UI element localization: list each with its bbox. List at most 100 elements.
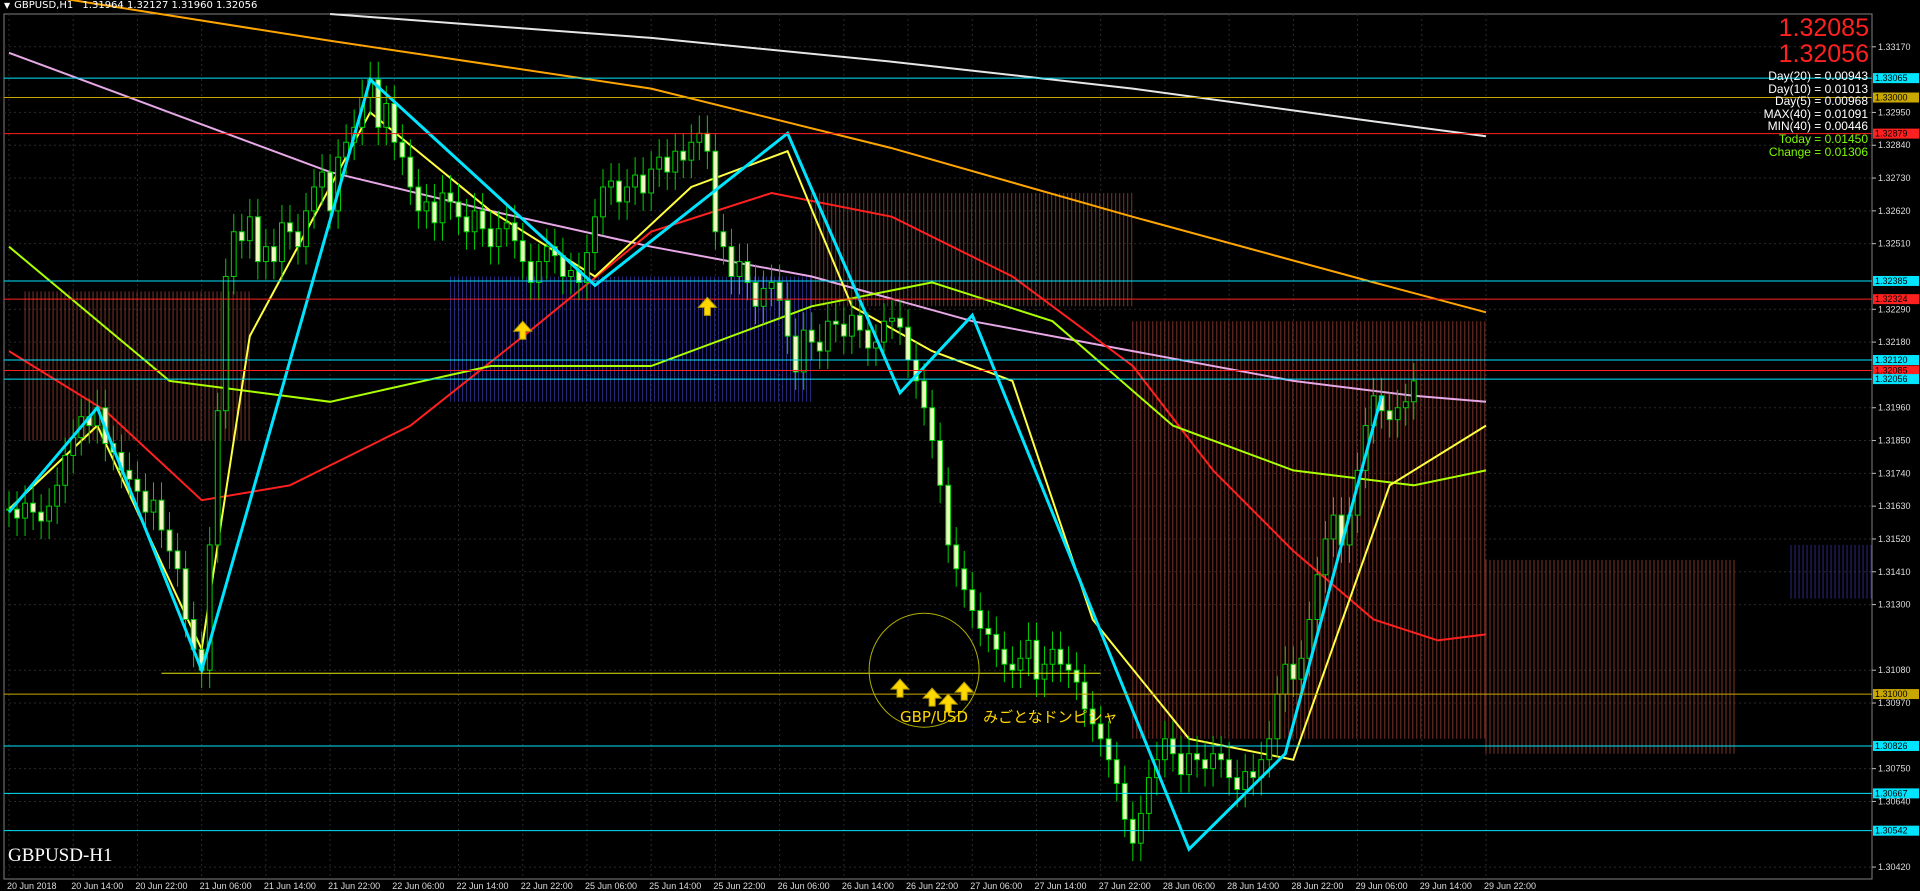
time-tick-label: 29 Jun 14:00: [1420, 881, 1472, 891]
candle-body: [503, 222, 510, 230]
candle-body: [303, 210, 309, 248]
candle-body: [1410, 380, 1417, 403]
price-tick-label: 1.30750: [1878, 764, 1911, 774]
candle-body: [238, 231, 245, 242]
candle-body: [592, 216, 598, 254]
candle-body: [1137, 812, 1144, 844]
candle-body: [784, 299, 791, 337]
candle-body: [527, 261, 534, 283]
candle-body: [752, 281, 759, 307]
candle-body: [760, 287, 767, 307]
candle-body: [1234, 777, 1241, 791]
price-tick-label: 1.31850: [1878, 436, 1911, 446]
candle-body: [54, 484, 61, 507]
time-tick-label: 29 Jun 22:00: [1484, 881, 1536, 891]
collapse-triangle-icon[interactable]: ▼: [4, 1, 10, 10]
candle-body: [856, 314, 863, 331]
time-tick-label: 22 Jun 14:00: [457, 881, 509, 891]
price-chart[interactable]: 1.33065 1.33000 1.32879 1.32385 1.32324 1.321…: [0, 0, 1920, 891]
candle-body: [840, 323, 847, 337]
candle-body: [1121, 783, 1128, 820]
candle-body: [1129, 818, 1136, 844]
candle-body: [214, 410, 221, 546]
candle-body: [479, 210, 486, 230]
time-axis-layer: 20 Jun 2018 20 Jun 14:00 20 Jun 22:00 21 Ju…: [7, 881, 1536, 891]
info-line: Change = 0.01306: [1768, 144, 1868, 159]
price-tick-label: 1.30970: [1878, 698, 1911, 708]
candle-body: [230, 231, 237, 277]
candle-body: [1386, 410, 1393, 421]
time-tick-label: 27 Jun 06:00: [970, 881, 1022, 891]
time-tick-label: 21 Jun 14:00: [264, 881, 316, 891]
time-tick-label: 27 Jun 22:00: [1099, 881, 1151, 891]
candle-body: [295, 231, 301, 248]
price-tick-label: 1.32180: [1878, 337, 1911, 347]
candle-body: [1298, 657, 1305, 680]
candle-body: [1049, 648, 1056, 665]
info-line: Day(5) = 0.00968: [1774, 94, 1868, 109]
candle-body: [937, 440, 944, 486]
candle-body: [38, 511, 45, 522]
candle-body: [1402, 401, 1409, 409]
candle-body: [246, 216, 253, 242]
candle-body: [1394, 407, 1401, 421]
candle-body: [1274, 693, 1281, 740]
candle-body: [14, 508, 20, 519]
candle-body: [1001, 648, 1008, 665]
price-tick-label: 1.33170: [1878, 42, 1911, 52]
candle-body: [327, 171, 333, 212]
buy-arrow-icon: [512, 320, 533, 340]
candle-body: [1113, 759, 1120, 785]
time-tick-label: 20 Jun 2018: [7, 881, 57, 891]
level-label: 1.32879: [1875, 129, 1908, 139]
candle-body: [977, 610, 984, 629]
candle-body: [150, 499, 157, 513]
candle-body: [1330, 514, 1337, 540]
candle-body: [680, 150, 687, 161]
time-tick-label: 25 Jun 14:00: [649, 881, 701, 891]
candle-body: [415, 186, 422, 212]
candle-body: [640, 174, 647, 194]
time-tick-label: 28 Jun 14:00: [1227, 881, 1279, 891]
candle-body: [1009, 663, 1016, 671]
candle-body: [905, 326, 911, 361]
candle-body: [800, 329, 807, 373]
candle-body: [1073, 669, 1080, 683]
candle-body: [768, 281, 775, 289]
level-label: 1.33000: [1875, 93, 1908, 103]
candle-body: [816, 341, 823, 352]
candle-body: [953, 544, 960, 570]
level-label: 1.32324: [1875, 294, 1908, 304]
time-tick-label: 25 Jun 22:00: [713, 881, 765, 891]
candle-body: [897, 317, 903, 328]
candle-body: [455, 201, 462, 218]
candle-body: [511, 222, 518, 242]
candle-body: [961, 568, 968, 591]
candle-body: [463, 216, 470, 233]
candle-body: [744, 261, 751, 283]
candle-body: [134, 478, 141, 492]
ask-price: 1.32056: [1778, 40, 1869, 68]
candle-body: [728, 246, 735, 277]
candle-body: [1266, 738, 1273, 761]
price-tick-label: 1.31410: [1878, 567, 1911, 577]
info-line: Day(20) = 0.00943: [1768, 69, 1868, 83]
candle-body: [166, 529, 173, 552]
candle-body: [1322, 538, 1329, 576]
candle-body: [1210, 753, 1216, 770]
candle-body: [600, 186, 606, 218]
chart-ohlc: 1.31964 1.32127 1.31960 1.32056: [82, 0, 258, 11]
time-tick-label: 29 Jun 06:00: [1356, 881, 1408, 891]
candle-body: [824, 320, 831, 352]
candle-body: [864, 329, 871, 349]
candle-body: [832, 320, 839, 325]
candle-body: [471, 210, 478, 233]
candle-body: [1314, 574, 1321, 620]
candle-body: [1242, 771, 1249, 791]
time-tick-label: 20 Jun 14:00: [71, 881, 123, 891]
candle-body: [1218, 753, 1225, 761]
candle-body: [848, 314, 855, 337]
candle-body: [929, 407, 936, 442]
time-tick-label: 21 Jun 22:00: [328, 881, 380, 891]
candle-body: [254, 216, 261, 263]
